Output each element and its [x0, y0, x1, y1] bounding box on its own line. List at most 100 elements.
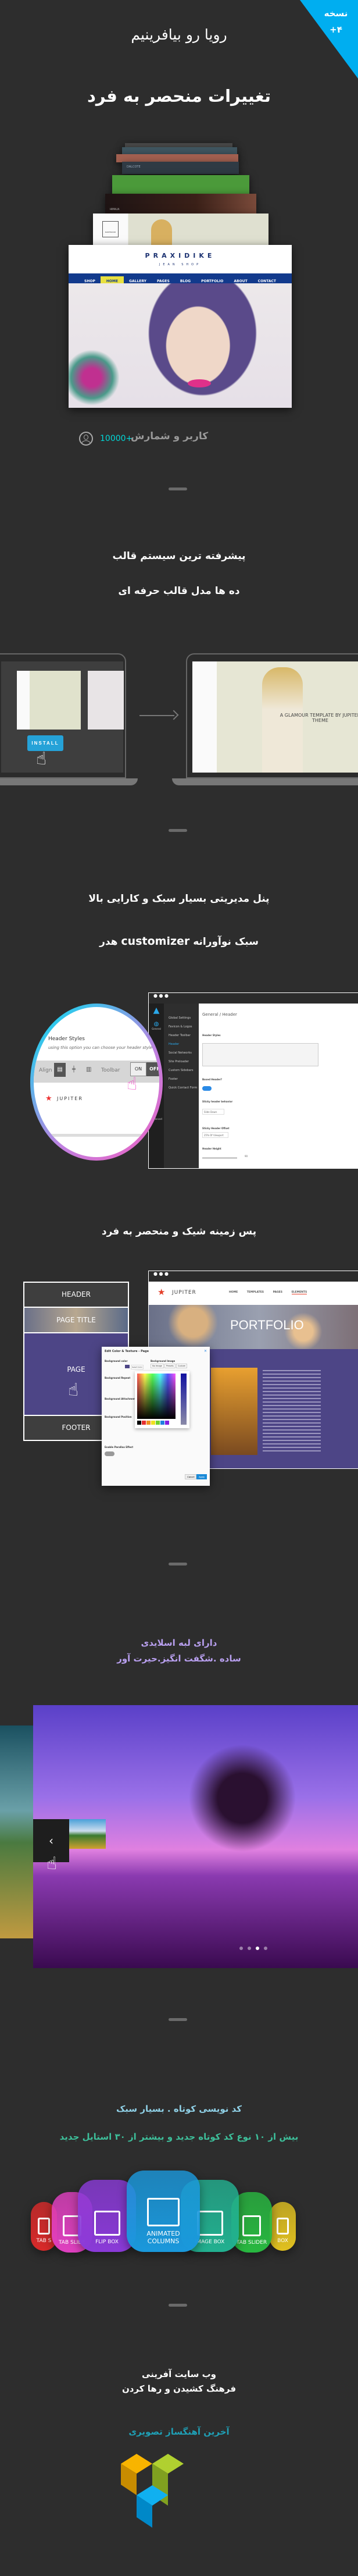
- template-preview-dalcote: DALCOTE: [122, 162, 239, 174]
- swatch-row: [137, 1421, 169, 1425]
- praxidike-tagline: JEAN SHOP: [159, 263, 202, 266]
- version-badge-label: نسخه: [324, 8, 348, 19]
- field-label: Header Styles: [202, 1034, 221, 1037]
- shortcode-icon: [196, 2210, 223, 2236]
- zoom-lens: Header Styles using this option you can …: [30, 1004, 163, 1161]
- slider-title: دارای لبه اسلایدی: [141, 1638, 217, 1648]
- slider-thumbnail[interactable]: [69, 1819, 106, 1849]
- site-logo: JUPITER: [172, 1290, 196, 1296]
- admin-subtitle-pre: سبک نوآورانه: [193, 936, 259, 948]
- align-right-icon[interactable]: ▥: [86, 1066, 91, 1073]
- result-screen: A GLAMOUR TEMPLATE BY JUPITER THEME: [192, 661, 358, 773]
- admin-menu: Global Settings Favicon & Logos Header T…: [164, 1004, 199, 1168]
- parallax-toggle[interactable]: [105, 1451, 114, 1456]
- slider-dot[interactable]: [239, 1947, 243, 1950]
- toolbar-label: Toolbar: [101, 1068, 120, 1073]
- boxed-header-toggle[interactable]: [202, 1086, 212, 1091]
- template-card-glamour[interactable]: [17, 671, 81, 730]
- menu-item[interactable]: Quick Contact Form: [164, 1086, 199, 1095]
- field-label: Enable Parallax Effect: [105, 1446, 134, 1449]
- window-dots: ● ● ●: [149, 993, 358, 1004]
- section-divider: [169, 2304, 187, 2307]
- layout-page-label: PAGE: [67, 1365, 85, 1374]
- site-nav-pages[interactable]: PAGES: [273, 1291, 282, 1294]
- apply-button[interactable]: Apply: [196, 1474, 207, 1479]
- menu-item-active[interactable]: Header: [164, 1043, 199, 1051]
- menu-item[interactable]: Header Toolbar: [164, 1034, 199, 1043]
- user-count-label: کاربر و شمارش: [131, 430, 209, 442]
- field-label: Header Height: [202, 1147, 221, 1150]
- cancel-button[interactable]: Cancel: [185, 1474, 197, 1479]
- globe-icon[interactable]: ◍: [149, 1021, 164, 1027]
- presets-button[interactable]: Presets: [164, 1364, 176, 1368]
- slider-dot[interactable]: [256, 1947, 259, 1950]
- dantwood-logo: DANTWOOD: [102, 221, 119, 237]
- section-divider: [169, 488, 187, 490]
- lips-shape: [188, 379, 211, 387]
- select-color-button[interactable]: Select Color: [131, 1365, 144, 1369]
- no-image-button[interactable]: No Image: [151, 1364, 164, 1368]
- template-preview-praxidike: PRAXIDIKE JEAN SHOP SHOP HOME GALLERY PAGES…: [69, 245, 292, 408]
- color-swatch[interactable]: [137, 1421, 141, 1425]
- field-label: Background Repeat: [105, 1376, 131, 1379]
- shortcode-label: BOX: [277, 2238, 288, 2244]
- shortcode-label: TAB S: [36, 2238, 52, 2244]
- header-styles-heading: Header Styles: [48, 1036, 85, 1042]
- hue-slider[interactable]: [181, 1374, 187, 1425]
- color-swatch[interactable]: [142, 1421, 146, 1425]
- section-divider: [169, 1563, 187, 1565]
- align-left-icon[interactable]: ▤: [54, 1063, 66, 1077]
- menu-item[interactable]: Custom Sidebars: [164, 1069, 199, 1077]
- menu-item[interactable]: Site Preloader: [164, 1060, 199, 1069]
- template-preview-himalia: HIMALIA: [105, 194, 256, 214]
- site-nav-templates[interactable]: TEMPLATES: [247, 1291, 264, 1294]
- shortcode-card: ANIMATED COLUMNS: [127, 2171, 200, 2252]
- header-height-slider[interactable]: [202, 1157, 237, 1159]
- site-nav-home[interactable]: HOME: [229, 1291, 238, 1294]
- custom-button[interactable]: Custom: [176, 1364, 188, 1368]
- align-label: Align: [39, 1068, 52, 1073]
- color-swatch[interactable]: [165, 1421, 169, 1425]
- pointer-hand-icon: ☝: [127, 1074, 138, 1094]
- layout-page-title[interactable]: PAGE TITLE: [24, 1308, 128, 1332]
- jupiter-logo: JUPITER: [57, 1096, 83, 1101]
- color-field[interactable]: [137, 1374, 176, 1419]
- slider-dot[interactable]: [248, 1947, 251, 1950]
- slider-prev-slide: [0, 1725, 33, 1938]
- shortcode-label: ANIMATED COLUMNS: [146, 2230, 180, 2245]
- close-icon[interactable]: ✕: [204, 1349, 207, 1353]
- admin-logo-icon: ▲: [153, 1006, 160, 1015]
- color-swatch[interactable]: [125, 1365, 130, 1368]
- field-label: Background Image: [151, 1360, 176, 1362]
- hero-photo: [69, 283, 292, 408]
- template-preview-dantwood: DANTWOOD: [93, 214, 268, 245]
- header-height-value[interactable]: 90: [245, 1155, 248, 1158]
- menu-item[interactable]: Favicon & Logos: [164, 1025, 199, 1034]
- shortcode-label: TAB SLIDER: [236, 2240, 267, 2246]
- align-center-icon[interactable]: ╪: [72, 1066, 76, 1073]
- shortcode-card: BOX: [270, 2202, 296, 2251]
- side-label-general[interactable]: General: [149, 1027, 164, 1030]
- arrow-head: [169, 710, 179, 720]
- menu-item[interactable]: Social Networks: [164, 1051, 199, 1060]
- color-swatch[interactable]: [146, 1421, 151, 1425]
- slider-dot[interactable]: [264, 1947, 267, 1950]
- color-picker[interactable]: [135, 1371, 189, 1428]
- color-swatch[interactable]: [151, 1421, 155, 1425]
- section-divider: [169, 829, 187, 832]
- builder-tagline: آخرین آهنگساز تصویری: [128, 2426, 230, 2437]
- menu-item[interactable]: Global Settings: [164, 1016, 199, 1025]
- edit-color-dialog: Edit Color & Texture - Page ✕ Background…: [102, 1347, 210, 1486]
- sticky-select[interactable]: Slide Down: [202, 1109, 224, 1115]
- jupiter-star-icon: ★: [157, 1287, 166, 1297]
- menu-item[interactable]: Footer: [164, 1077, 199, 1086]
- builder-title: وب سایت آفرینی: [142, 2369, 216, 2379]
- layout-header[interactable]: HEADER: [24, 1283, 128, 1307]
- toolbar-off-button[interactable]: OFF: [146, 1062, 159, 1076]
- model-image: [151, 219, 172, 245]
- site-nav-elements[interactable]: ELEMENTS: [291, 1291, 307, 1294]
- color-swatch[interactable]: [160, 1421, 164, 1425]
- offset-select[interactable]: 25% Of Viewport: [202, 1132, 228, 1138]
- template-card-praxidike[interactable]: [88, 671, 124, 730]
- color-swatch[interactable]: [156, 1421, 160, 1425]
